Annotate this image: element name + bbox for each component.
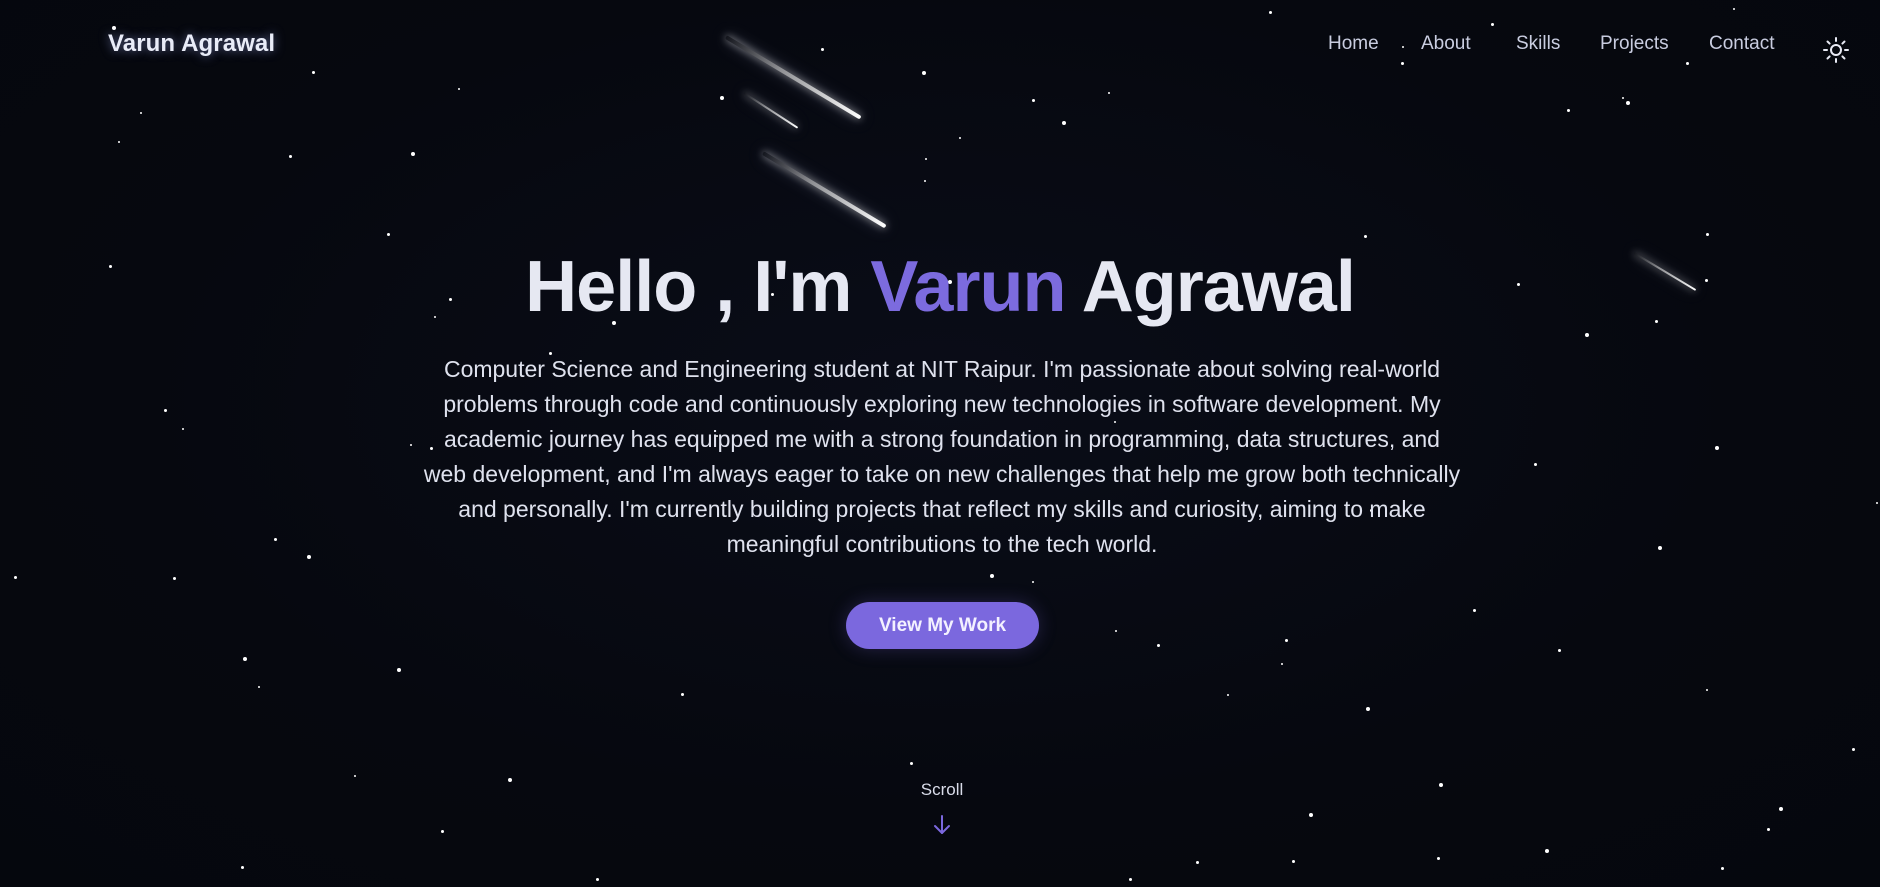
shooting-star	[743, 92, 799, 129]
hero-heading-accent-name: Varun	[870, 247, 1066, 327]
scroll-indicator-label[interactable]: Scroll	[0, 780, 1880, 800]
nav-home[interactable]: Home	[1328, 33, 1379, 55]
hero-page: Varun Agrawal Home About Skills Projects…	[0, 0, 1880, 887]
hero-heading: Hello , I'm Varun Agrawal	[0, 246, 1880, 328]
arrow-down-icon[interactable]	[932, 814, 952, 836]
nav-skills[interactable]: Skills	[1516, 33, 1560, 55]
nav-contact[interactable]: Contact	[1709, 33, 1774, 55]
hero-heading-prefix: Hello , I'm	[525, 247, 871, 327]
hero-heading-suffix: Agrawal	[1065, 247, 1356, 327]
nav-about[interactable]: About	[1421, 33, 1471, 55]
site-logo[interactable]: Varun Agrawal	[108, 30, 275, 58]
shooting-star	[761, 151, 887, 229]
hero-description: Computer Science and Engineering student…	[423, 356, 1461, 557]
theme-toggle-button[interactable]	[1820, 34, 1852, 66]
sun-icon	[1823, 37, 1849, 63]
nav-projects[interactable]: Projects	[1600, 33, 1669, 55]
site-header: Varun Agrawal Home About Skills Projects…	[0, 0, 1880, 90]
view-my-work-button[interactable]: View My Work	[846, 602, 1039, 649]
